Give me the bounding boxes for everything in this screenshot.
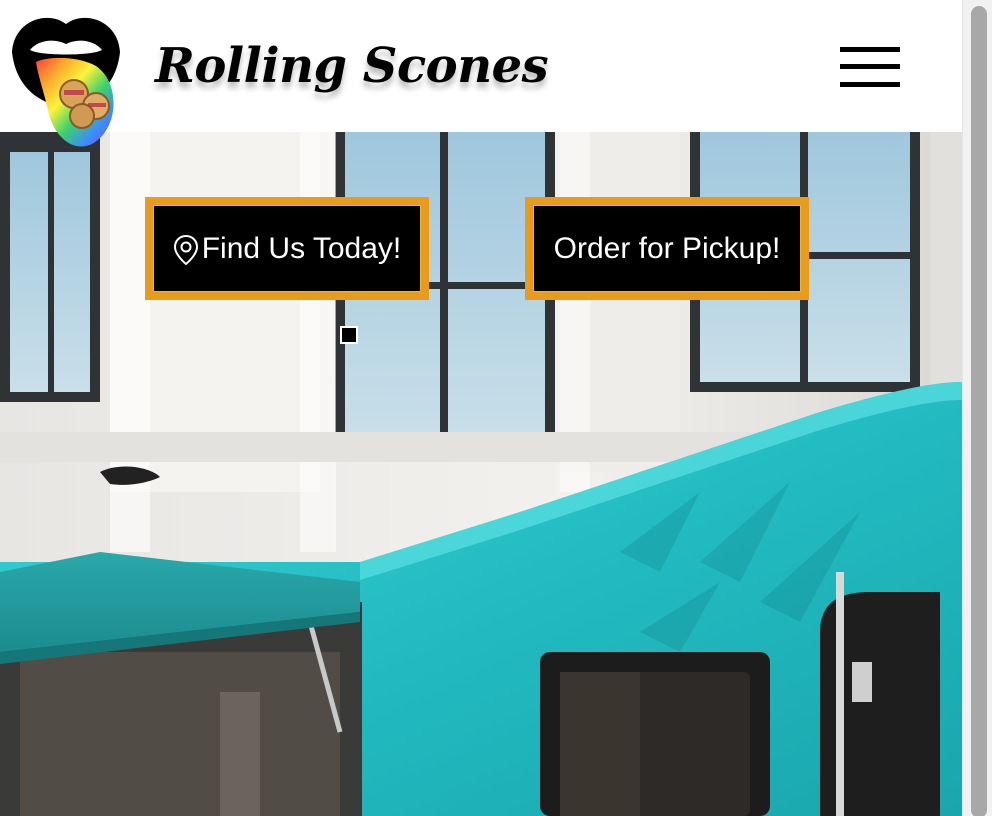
menu-bar [840,47,900,52]
page: Rolling Scones Find Us Today! Order for … [0,0,992,816]
map-pin-icon [173,234,198,265]
carousel-indicator[interactable] [340,326,358,344]
site-title[interactable]: Rolling Scones [155,38,549,94]
hamburger-menu-icon[interactable] [838,46,900,88]
menu-bar [840,64,900,69]
site-header: Rolling Scones [0,0,962,147]
scrollbar-thumb[interactable] [971,6,987,816]
find-us-today-label: Find Us Today! [201,231,402,265]
order-for-pickup-button[interactable]: Order for Pickup! [525,197,809,300]
find-us-today-button[interactable]: Find Us Today! [145,197,429,300]
tongue-logo-icon[interactable] [8,10,124,150]
order-for-pickup-label: Order for Pickup! [553,231,781,265]
scrollbar[interactable] [962,0,992,816]
menu-bar [840,82,900,87]
